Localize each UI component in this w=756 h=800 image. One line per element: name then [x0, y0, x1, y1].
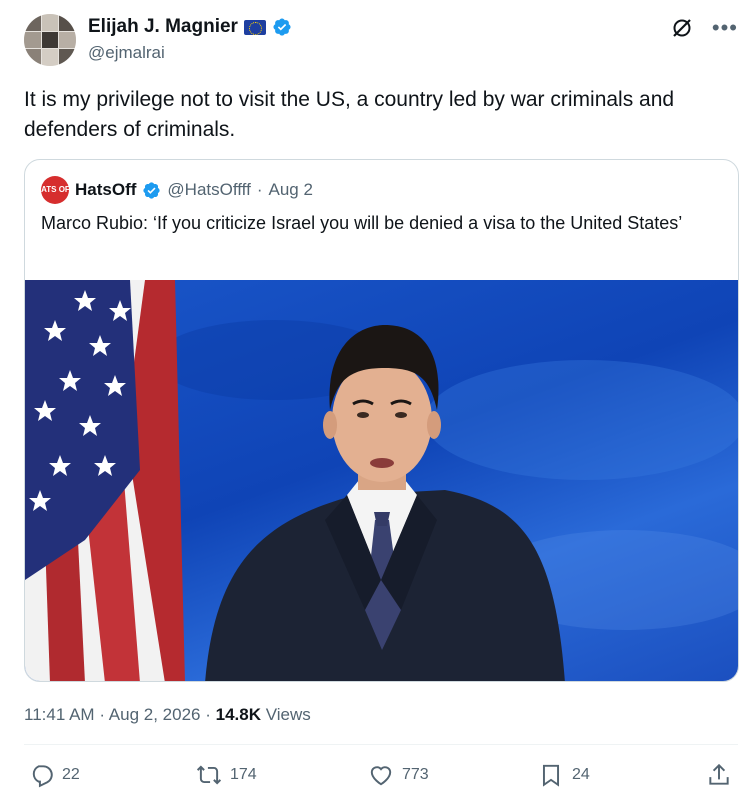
author-handle[interactable]: @ejmalrai	[88, 43, 165, 63]
share-icon	[709, 763, 729, 785]
quoted-tweet-text: Marco Rubio: ‘If you criticize Israel yo…	[41, 213, 683, 233]
divider	[24, 744, 738, 745]
quoted-tweet-header: HATS OFF HatsOff @HatsOffff · Aug 2	[35, 176, 313, 204]
verified-badge-icon	[273, 18, 291, 36]
views-label: Views	[265, 705, 311, 724]
repost-icon	[196, 765, 222, 785]
grok-icon[interactable]	[670, 16, 694, 40]
avatar-collage	[24, 14, 76, 66]
tweet-action-bar: 22 174 773 24	[24, 762, 734, 792]
tweet-time[interactable]: 11:41 AM	[24, 705, 95, 724]
bookmark-button[interactable]: 24	[538, 762, 590, 788]
eu-flag-icon	[243, 19, 266, 35]
reply-icon	[32, 765, 53, 788]
author-name-row: Elijah J. Magnier	[88, 16, 292, 38]
quoted-tweet[interactable]: HATS OFF HatsOff @HatsOffff · Aug 2 Marc…	[24, 159, 739, 682]
reply-count: 22	[62, 766, 80, 783]
meta-separator: ·	[205, 705, 211, 724]
views-count: 14.8K	[215, 705, 261, 724]
tweet-text: It is my privilege not to visit the US, …	[24, 88, 675, 141]
american-flag	[25, 280, 185, 681]
top-actions: •••	[670, 16, 738, 40]
repost-button[interactable]: 174	[196, 762, 257, 788]
repost-count: 174	[230, 766, 257, 783]
like-count: 773	[402, 766, 429, 783]
tweet-date[interactable]: Aug 2, 2026	[109, 705, 201, 724]
verified-badge-icon	[143, 181, 161, 199]
author-avatar[interactable]	[24, 14, 76, 66]
meta-separator: ·	[256, 180, 263, 199]
quoted-author-avatar[interactable]: HATS OFF	[35, 176, 75, 204]
quoted-author-handle[interactable]: @HatsOffff	[167, 180, 250, 200]
like-button[interactable]: 773	[368, 762, 429, 788]
heart-icon	[370, 766, 392, 786]
reply-button[interactable]: 22	[28, 762, 80, 788]
share-button[interactable]	[706, 762, 732, 788]
tweet-timestamp: 11:41 AM · Aug 2, 2026 · 14.8K Views	[24, 705, 311, 725]
bookmark-icon	[542, 764, 560, 787]
more-options-icon[interactable]: •••	[712, 17, 738, 39]
video-thumbnail-image[interactable]	[25, 280, 738, 681]
quoted-author-name[interactable]: HatsOff	[75, 180, 136, 200]
bookmark-count: 24	[572, 766, 590, 783]
author-display-name[interactable]: Elijah J. Magnier	[88, 16, 238, 38]
meta-separator: ·	[99, 705, 105, 724]
quoted-tweet-date[interactable]: Aug 2	[268, 180, 312, 200]
